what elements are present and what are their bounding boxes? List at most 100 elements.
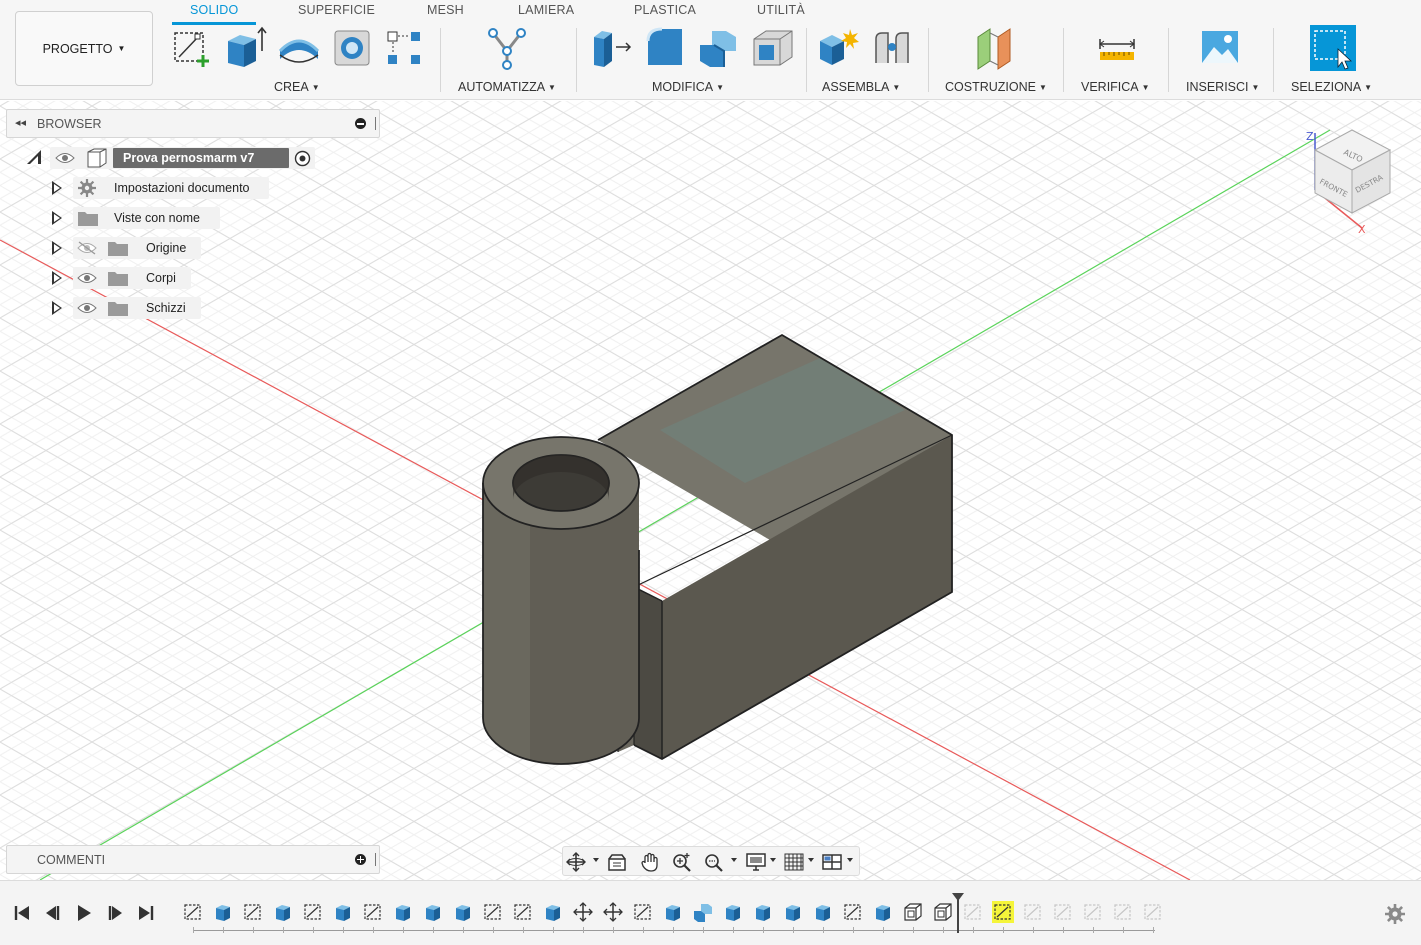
look-at-icon[interactable] [606,851,628,873]
automate-icon[interactable] [485,25,531,71]
timeline-marker[interactable] [952,893,964,933]
browser-panel-header[interactable]: ◂◂ BROWSER [6,109,380,138]
timeline-suppressed-sketch-icon[interactable] [1082,901,1104,923]
timeline-sketch-icon[interactable] [482,901,504,923]
timeline-extrude-icon[interactable] [782,901,804,923]
measure-icon[interactable] [1094,25,1140,71]
group-inserisci[interactable]: INSERISCI ▼ [1186,80,1259,94]
group-modifica[interactable]: MODIFICA ▼ [652,80,724,94]
group-automatizza[interactable]: AUTOMATIZZA ▼ [458,80,556,94]
timeline-suppressed-sketch-icon[interactable] [1052,901,1074,923]
create-sketch-icon[interactable] [168,25,214,71]
timeline-first-icon[interactable] [12,903,32,923]
timeline-sketch-icon[interactable] [362,901,384,923]
expand-triangle-icon[interactable] [52,241,62,255]
timeline-extrude-icon[interactable] [452,901,474,923]
expand-triangle-icon[interactable] [52,301,62,315]
panel-grip-icon[interactable] [375,117,376,130]
timeline-move-icon[interactable] [572,901,594,923]
timeline-extrude-icon[interactable] [722,901,744,923]
chevron-down-icon[interactable] [593,858,599,862]
tab-lamiera[interactable]: LAMIERA [518,3,574,17]
timeline-suppressed-sketch-icon[interactable] [962,901,984,923]
display-settings-icon[interactable] [745,851,767,873]
tab-solido[interactable]: SOLIDO [190,3,238,17]
timeline-sketch-icon[interactable] [182,901,204,923]
select-icon[interactable] [1310,25,1356,71]
expand-triangle-icon[interactable] [52,211,62,225]
joint-icon[interactable] [870,25,916,71]
hole-icon[interactable] [330,25,376,71]
chevron-down-icon[interactable] [770,858,776,862]
timeline-extrude-icon[interactable] [872,901,894,923]
project-menu-button[interactable]: PROGETTO ▼ [15,11,153,86]
timeline-extrude-icon[interactable] [272,901,294,923]
minimize-panel-icon[interactable] [355,118,366,129]
timeline-extrude-icon[interactable] [542,901,564,923]
pan-hand-icon[interactable] [639,851,661,873]
timeline-sketch-icon[interactable] [632,901,654,923]
timeline-extrude-icon[interactable] [392,901,414,923]
expand-triangle-icon[interactable] [52,271,62,285]
shell-icon[interactable] [750,25,796,71]
timeline-play-icon[interactable] [74,903,94,923]
timeline-sketch-icon[interactable] [302,901,324,923]
timeline-extrude-icon[interactable] [752,901,774,923]
comments-panel-header[interactable]: COMMENTI [6,845,380,874]
pattern-icon[interactable] [382,25,428,71]
eye-icon[interactable] [77,271,97,285]
timeline-extrude-icon[interactable] [422,901,444,923]
timeline-sketch-icon[interactable] [842,901,864,923]
timeline-combine-icon[interactable] [692,901,714,923]
root-component-label[interactable]: Prova pernosmarm v7 [113,148,289,168]
timeline-selected-sketch-icon[interactable] [992,901,1014,923]
zoom-icon[interactable] [671,851,693,873]
expand-triangle-icon[interactable] [52,181,62,195]
group-verifica[interactable]: VERIFICA ▼ [1081,80,1150,94]
timeline-next-icon[interactable] [105,903,125,923]
tab-mesh[interactable]: MESH [427,3,464,17]
eye-hidden-icon[interactable] [77,241,97,255]
chevron-down-icon[interactable] [847,858,853,862]
extrude-icon[interactable] [222,25,268,71]
gear-icon[interactable] [1384,903,1406,925]
fillet-icon[interactable] [642,25,688,71]
timeline-move-icon[interactable] [602,901,624,923]
timeline-shell-icon[interactable] [902,901,924,923]
viewports-icon[interactable] [821,851,843,873]
group-costruzione[interactable]: COSTRUZIONE ▼ [945,80,1047,94]
collapse-panel-icon[interactable]: ◂◂ [15,116,26,129]
combine-icon[interactable] [696,25,742,71]
eye-icon[interactable] [55,151,75,165]
press-pull-icon[interactable] [588,25,634,71]
tab-utilita[interactable]: UTILITÀ [757,3,805,17]
timeline-shell-icon[interactable] [932,901,954,923]
timeline-prev-icon[interactable] [43,903,63,923]
group-seleziona[interactable]: SELEZIONA ▼ [1291,80,1372,94]
add-comment-icon[interactable] [355,854,366,865]
timeline-extrude-icon[interactable] [662,901,684,923]
insert-image-icon[interactable] [1198,25,1244,71]
new-component-icon[interactable] [816,25,862,71]
timeline-last-icon[interactable] [136,903,156,923]
panel-grip-icon[interactable] [375,853,376,866]
chevron-down-icon[interactable] [731,858,737,862]
tab-superficie[interactable]: SUPERFICIE [298,3,375,17]
grid-settings-icon[interactable] [783,851,805,873]
orbit-icon[interactable] [565,851,587,873]
group-crea[interactable]: CREA ▼ [274,80,320,94]
fit-zoom-icon[interactable] [703,851,725,873]
timeline-sketch-icon[interactable] [512,901,534,923]
chevron-down-icon[interactable] [808,858,814,862]
activate-radio-icon[interactable] [294,150,311,167]
tab-plastica[interactable]: PLASTICA [634,3,696,17]
eye-icon[interactable] [77,301,97,315]
construction-plane-icon[interactable] [972,25,1018,71]
timeline-sketch-icon[interactable] [242,901,264,923]
timeline-suppressed-sketch-icon[interactable] [1142,901,1164,923]
timeline-suppressed-sketch-icon[interactable] [1022,901,1044,923]
timeline-extrude-icon[interactable] [812,901,834,923]
group-assembla[interactable]: ASSEMBLA ▼ [822,80,900,94]
timeline-extrude-icon[interactable] [212,901,234,923]
revolve-icon[interactable] [276,25,322,71]
